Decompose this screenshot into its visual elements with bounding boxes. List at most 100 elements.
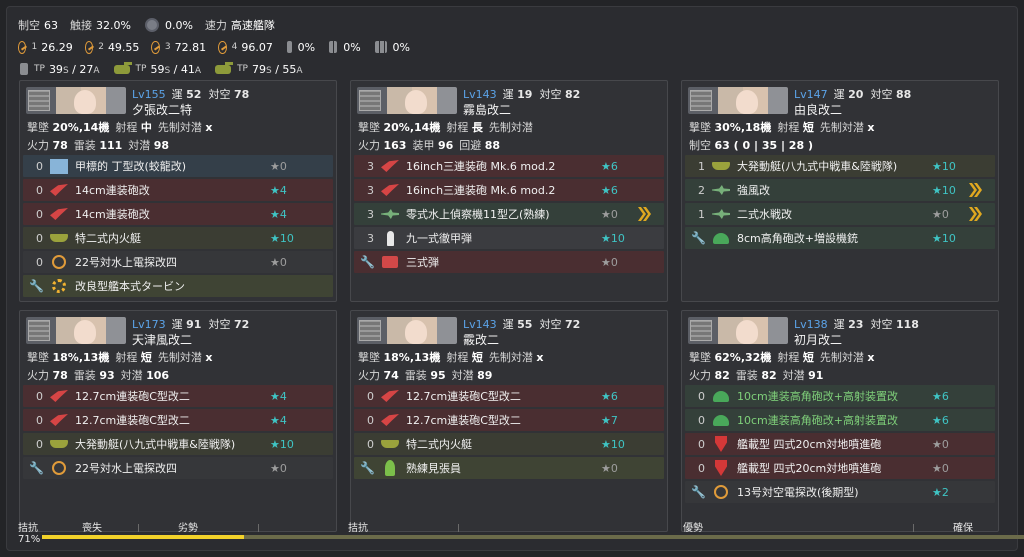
ship-name: 由良改二 bbox=[794, 103, 843, 117]
slot-count: 0 bbox=[367, 413, 374, 427]
equipment-slot[interactable]: 0 12.7cm連装砲C型改二 ★4 bbox=[23, 385, 333, 407]
ship-name: 初月改二 bbox=[794, 333, 843, 347]
equipment-slot[interactable]: 0 22号対水上電探改四 ★0 bbox=[23, 251, 333, 273]
slot-count: 0 bbox=[36, 413, 43, 427]
improvement-level: ★0 bbox=[932, 461, 949, 475]
improvement-level: ★10 bbox=[932, 159, 956, 173]
tick-label: 確保 bbox=[953, 523, 973, 534]
recon-icon bbox=[144, 18, 159, 32]
improvement-level: ★0 bbox=[270, 461, 287, 475]
los-score: 96.07 bbox=[241, 40, 273, 54]
equipment-slot[interactable]: 三式弾 ★0 bbox=[354, 251, 664, 273]
equipment-slot[interactable]: 0 12.7cm連装砲C型改二 ★7 bbox=[354, 409, 664, 431]
slot-count: 0 bbox=[36, 255, 43, 269]
gun-icon bbox=[50, 184, 68, 196]
equipment-slot[interactable]: 1 二式水戦改 ★0 bbox=[685, 203, 995, 225]
equipment-name: 特二式内火艇 bbox=[406, 438, 472, 451]
shell-icon bbox=[386, 230, 394, 246]
improvement-level: ★6 bbox=[601, 159, 618, 173]
equipment-name: 22号対水上電探改四 bbox=[75, 462, 177, 475]
ship-banner bbox=[688, 317, 788, 344]
los-score: 72.81 bbox=[174, 40, 207, 54]
ship-card[interactable]: Lv143 運 55 対空 72 霰改二 撃墜 18%,13機 射程 短先制対潜 x 火力… bbox=[350, 310, 668, 532]
improvement-level: ★0 bbox=[270, 255, 287, 269]
equipment-slot[interactable]: 0 10cm連装高角砲改+高射装置改 ★6 bbox=[685, 385, 995, 407]
equipment-slot[interactable]: 0 大発動艇(八九式中戦車&陸戦隊) ★10 bbox=[23, 433, 333, 455]
equipment-slot[interactable]: 22号対水上電探改四 ★0 bbox=[23, 457, 333, 479]
boat-icon bbox=[50, 234, 68, 242]
gun-icon bbox=[381, 390, 399, 402]
slot-count: 0 bbox=[698, 413, 705, 427]
gun-icon bbox=[50, 208, 68, 220]
improvement-level: ★7 bbox=[601, 413, 618, 427]
ship-card[interactable]: Lv173 運 91 対空 72 天津風改二 撃墜 18%,13機 射程 短先制対潜 x… bbox=[19, 310, 337, 532]
los-icon bbox=[151, 40, 160, 54]
equipment-slot[interactable]: 0 14cm連装砲改 ★4 bbox=[23, 179, 333, 201]
ship-info-line: 撃墜 62%,32機 射程 短先制対潜 x bbox=[689, 351, 875, 364]
equipment-slot[interactable]: 1 大発動艇(八九式中戦車&陸戦隊) ★10 bbox=[685, 155, 995, 177]
radar-icon bbox=[52, 461, 66, 475]
ship-stats-line: 火力 78 雷装 93 対潜 106 bbox=[27, 369, 170, 382]
equipment-slot[interactable]: 0 艦載型 四式20cm対地噴進砲 ★0 bbox=[685, 433, 995, 455]
equipment-slot[interactable]: 3 零式水上偵察機11型乙(熟練) ★0 bbox=[354, 203, 664, 225]
equipment-slot[interactable]: 0 14cm連装砲改 ★4 bbox=[23, 203, 333, 225]
ship-card[interactable]: Lv147 運 20 対空 88 由良改二 撃墜 30%,18機 射程 短先制対潜 x 制… bbox=[681, 80, 999, 302]
improvement-level: ★0 bbox=[932, 207, 949, 221]
drum-triple-icon bbox=[374, 41, 387, 53]
equipment-name: 大発動艇(八九式中戦車&陸戦隊) bbox=[737, 160, 898, 173]
aa-icon bbox=[713, 414, 729, 426]
equipment-slot[interactable]: 8cm高角砲改+増設機銃 ★10 bbox=[685, 227, 995, 249]
wrench-icon bbox=[360, 255, 374, 269]
luck-label: 運 bbox=[502, 318, 514, 331]
wrench-icon bbox=[29, 461, 43, 475]
improvement-level: ★4 bbox=[270, 207, 287, 221]
aa-value: 72 bbox=[233, 318, 250, 331]
improvement-level: ★10 bbox=[270, 437, 294, 451]
ship-name: 霰改二 bbox=[463, 333, 500, 347]
drum-pct: 0% bbox=[297, 40, 316, 54]
equipment-slot[interactable]: 0 特二式内火艇 ★10 bbox=[354, 433, 664, 455]
equipment-slot[interactable]: 2 強風改 ★10 bbox=[685, 179, 995, 201]
drum-pct: 0% bbox=[392, 40, 410, 54]
wrench-icon bbox=[29, 279, 43, 293]
aa-label: 対空 bbox=[539, 88, 562, 101]
improvement-level: ★6 bbox=[601, 183, 618, 197]
ship-banner bbox=[357, 317, 457, 344]
ship-card[interactable]: Lv138 運 23 対空 118 初月改二 撃墜 62%,32機 射程 短先制対潜 x… bbox=[681, 310, 999, 532]
ship-card[interactable]: Lv143 運 19 対空 82 霧島改二 撃墜 20%,14機 射程 長先制対潜 火力… bbox=[350, 80, 668, 302]
equipment-slot[interactable]: 3 16inch三連装砲 Mk.6 mod.2 ★6 bbox=[354, 179, 664, 201]
improvement-level: ★0 bbox=[601, 461, 618, 475]
slot-count: 3 bbox=[367, 159, 374, 173]
los-icon bbox=[84, 40, 94, 54]
slot-count: 0 bbox=[36, 207, 43, 221]
air-value: 63 bbox=[44, 18, 58, 32]
equipment-slot[interactable]: 13号対空電探改(後期型) ★2 bbox=[685, 481, 995, 503]
equipment-name: 甲標的 丁型改(蛟龍改) bbox=[75, 160, 187, 173]
equipment-slot[interactable]: 3 九一式徹甲弾 ★10 bbox=[354, 227, 664, 249]
ship-info-line: 撃墜 18%,13機 射程 短先制対潜 x bbox=[27, 351, 213, 364]
equipment-slot[interactable]: 0 12.7cm連装砲C型改二 ★6 bbox=[354, 385, 664, 407]
equipment-name: 大発動艇(八九式中戦車&陸戦隊) bbox=[75, 438, 236, 451]
equipment-slot[interactable]: 3 16inch三連装砲 Mk.6 mod.2 ★6 bbox=[354, 155, 664, 177]
equipment-name: 12.7cm連装砲C型改二 bbox=[406, 390, 521, 403]
tp-s: 59 bbox=[150, 62, 165, 76]
equipment-slot[interactable]: 改良型艦本式タービン bbox=[23, 275, 333, 297]
luck-label: 運 bbox=[833, 318, 845, 331]
equipment-slot[interactable]: 0 12.7cm連装砲C型改二 ★4 bbox=[23, 409, 333, 431]
aa-icon bbox=[713, 390, 729, 402]
luck-value: 91 bbox=[186, 318, 202, 331]
ship-card[interactable]: Lv155 運 52 対空 78 夕張改二特 撃墜 20%,14機 射程 中先制対潜 x… bbox=[19, 80, 337, 302]
los-icon bbox=[18, 40, 27, 54]
equipment-slot[interactable]: 0 10cm連装高角砲改+高射装置改 ★6 bbox=[685, 409, 995, 431]
equipment-name: 16inch三連装砲 Mk.6 mod.2 bbox=[406, 184, 556, 197]
boat-icon bbox=[50, 440, 68, 448]
luck-value: 52 bbox=[186, 88, 202, 101]
improvement-level: ★0 bbox=[932, 437, 949, 451]
equipment-name: 改良型艦本式タービン bbox=[75, 280, 185, 293]
equipment-name: 艦載型 四式20cm対地噴進砲 bbox=[737, 438, 882, 451]
equipment-slot[interactable]: 0 甲標的 丁型改(蛟龍改) ★0 bbox=[23, 155, 333, 177]
equipment-slot[interactable]: 熟練見張員 ★0 bbox=[354, 457, 664, 479]
equipment-slot[interactable]: 0 特二式内火艇 ★10 bbox=[23, 227, 333, 249]
equipment-slot[interactable]: 0 艦載型 四式20cm対地噴進砲 ★0 bbox=[685, 457, 995, 479]
equipment-name: 零式水上偵察機11型乙(熟練) bbox=[406, 208, 550, 221]
